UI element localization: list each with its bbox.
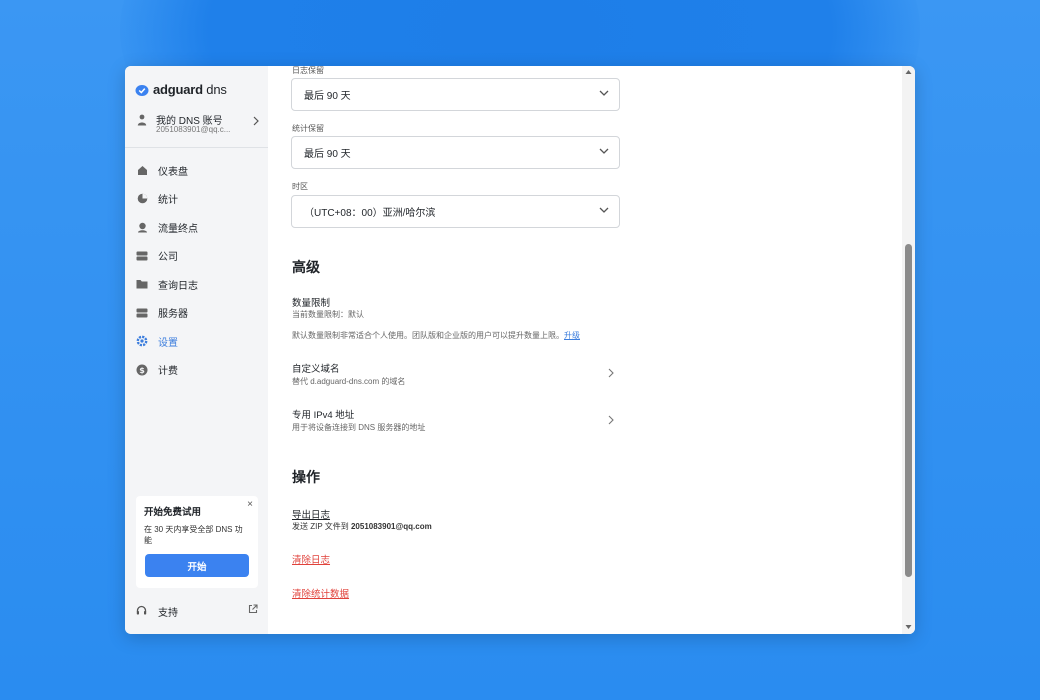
account-email: 2051083901@qq.c... (156, 125, 231, 134)
timezone-label: 时区 (292, 182, 308, 191)
sidebar-item-label: 设置 (158, 337, 178, 349)
chevron-down-icon (599, 207, 609, 213)
limit-note: 默认数量限制非常适合个人使用。团队版和企业版的用户可以提升数量上限。升级 (292, 330, 580, 341)
gear-icon (136, 335, 148, 347)
log-retention-label: 日志保留 (292, 66, 324, 75)
clear-stats-link[interactable]: 清除统计数据 (292, 586, 349, 600)
app-window: adguard dns 我的 DNS 账号 2051083901@qq.c...… (125, 66, 915, 634)
server-icon (136, 307, 148, 319)
sidebar-item-label: 仪表盘 (158, 166, 188, 178)
dollar-icon: $ (136, 364, 148, 376)
export-logs-subtitle: 发送 ZIP 文件到 2051083901@qq.com (292, 521, 432, 532)
log-retention-value: 最后 90 天 (304, 91, 351, 102)
timezone-value: （UTC+08：00）亚洲/哈尔滨 (304, 208, 436, 219)
close-icon[interactable]: × (247, 499, 253, 510)
limit-note-text: 默认数量限制非常适合个人使用。团队版和企业版的用户可以提升数量上限。 (292, 331, 564, 340)
custom-domain-title[interactable]: 自定义域名 (292, 361, 340, 375)
support-label: 支持 (158, 608, 178, 619)
actions-section-title: 操作 (292, 469, 320, 485)
scrollbar-thumb[interactable] (905, 244, 912, 577)
globe-icon (136, 221, 148, 233)
stats-retention-label: 统计保留 (292, 124, 324, 133)
support-link[interactable]: 支持 (136, 604, 258, 619)
scroll-up-arrow-icon[interactable] (905, 69, 912, 75)
sidebar-item-traffic-destinations[interactable]: 流量终点 (125, 213, 268, 242)
logo-text: adguard dns (153, 82, 227, 97)
sidebar-item-settings[interactable]: 设置 (125, 327, 268, 356)
building-icon (136, 250, 148, 262)
custom-domain-subtitle: 替代 d.adguard-dns.com 的域名 (292, 377, 406, 386)
chevron-down-icon (599, 90, 609, 96)
sidebar: adguard dns 我的 DNS 账号 2051083901@qq.c...… (125, 66, 268, 634)
chevron-right-icon[interactable] (608, 368, 614, 378)
free-trial-card: 开始免费试用 × 在 30 天内享受全部 DNS 功能 开始 (136, 496, 258, 588)
sidebar-item-label: 统计 (158, 195, 178, 207)
sidebar-item-company[interactable]: 公司 (125, 242, 268, 271)
ipv4-subtitle: 用于将设备连接到 DNS 服务器的地址 (292, 423, 426, 432)
sidebar-item-statistics[interactable]: 统计 (125, 185, 268, 214)
external-link-icon (248, 604, 258, 614)
home-icon (136, 164, 148, 176)
sidebar-item-label: 计费 (158, 366, 178, 378)
folder-icon (136, 278, 148, 290)
pie-chart-icon (136, 193, 148, 205)
adguard-logo-icon (135, 84, 149, 96)
sidebar-item-servers[interactable]: 服务器 (125, 299, 268, 328)
logo-bold: adguard (153, 82, 203, 97)
sidebar-item-label: 流量终点 (158, 223, 198, 235)
sidebar-nav: 仪表盘 统计 流量终点 公司 查询日志 服务器 设置 $ 计费 (125, 156, 268, 384)
trial-description: 在 30 天内享受全部 DNS 功能 (144, 525, 243, 545)
advanced-section-title: 高级 (292, 259, 320, 275)
headset-icon (136, 605, 148, 619)
logo-thin: dns (202, 82, 227, 97)
sidebar-item-label: 服务器 (158, 309, 188, 321)
start-trial-button[interactable]: 开始 (145, 554, 249, 577)
trial-title: 开始免费试用 (144, 507, 202, 518)
export-logs-link[interactable]: 导出日志 (292, 507, 330, 521)
chevron-right-icon[interactable] (608, 415, 614, 425)
limit-title: 数量限制 (292, 298, 331, 309)
sidebar-divider (125, 147, 268, 148)
sidebar-item-query-log[interactable]: 查询日志 (125, 270, 268, 299)
clear-logs-link[interactable]: 清除日志 (292, 552, 330, 566)
sidebar-item-dashboard[interactable]: 仪表盘 (125, 156, 268, 185)
upgrade-link[interactable]: 升级 (564, 331, 580, 340)
svg-text:$: $ (139, 366, 145, 375)
ipv4-title[interactable]: 专用 IPv4 地址 (292, 407, 354, 421)
sidebar-item-label: 查询日志 (158, 280, 198, 292)
export-email: 2051083901@qq.com (350, 522, 432, 531)
logo[interactable]: adguard dns (135, 82, 227, 97)
person-icon (137, 114, 147, 126)
account-switcher[interactable]: 我的 DNS 账号 2051083901@qq.c... (135, 112, 260, 138)
settings-content: 日志保留 最后 90 天 统计保留 最后 90 天 时区 （UTC+08：00）… (268, 66, 915, 634)
scroll-down-arrow-icon[interactable] (905, 624, 912, 630)
sidebar-item-label: 公司 (158, 252, 178, 264)
export-sub-prefix: 发送 ZIP 文件到 (292, 522, 351, 531)
chevron-down-icon (599, 148, 609, 154)
timezone-select[interactable]: （UTC+08：00）亚洲/哈尔滨 (291, 195, 620, 228)
sidebar-item-billing[interactable]: $ 计费 (125, 356, 268, 385)
stats-retention-value: 最后 90 天 (304, 149, 351, 160)
stats-retention-select[interactable]: 最后 90 天 (291, 136, 620, 169)
limit-subtitle: 当前数量限制：默认 (292, 310, 364, 319)
log-retention-select[interactable]: 最后 90 天 (291, 78, 620, 111)
chevron-right-icon (253, 116, 259, 126)
